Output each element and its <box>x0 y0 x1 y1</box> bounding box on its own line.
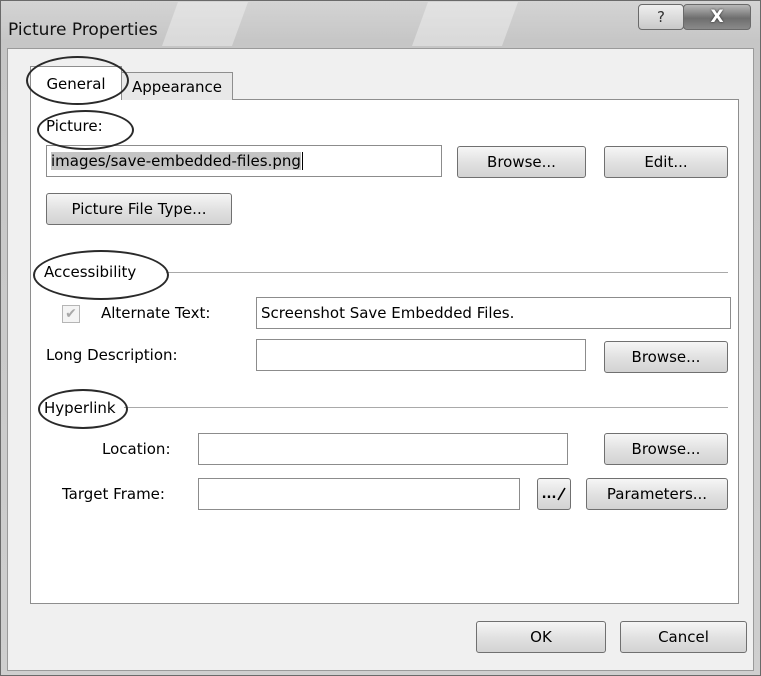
alternate-text-input[interactable]: Screenshot Save Embedded Files. <box>256 297 731 329</box>
hyperlink-separator <box>124 407 728 408</box>
checkmark-icon: ✔ <box>65 306 77 322</box>
alternate-text-value: Screenshot Save Embedded Files. <box>261 304 515 322</box>
frame-glass-streak <box>411 2 519 46</box>
picture-path-input[interactable]: images/save-embedded-files.png <box>46 145 442 177</box>
target-frame-input[interactable] <box>198 478 520 510</box>
location-input[interactable] <box>198 433 568 465</box>
pencil-icon <box>557 487 567 501</box>
close-button[interactable]: X <box>683 4 751 30</box>
parameters-label: Parameters... <box>606 485 708 503</box>
location-label: Location: <box>102 440 171 458</box>
hyperlink-section-label: Hyperlink <box>44 399 116 417</box>
window-title: Picture Properties <box>8 20 158 40</box>
ok-button[interactable]: OK <box>476 621 606 653</box>
long-description-browse-label: Browse... <box>631 348 701 366</box>
picture-file-type-label: Picture File Type... <box>71 200 207 218</box>
picture-path-value: images/save-embedded-files.png <box>51 152 301 170</box>
picture-edit-button[interactable]: Edit... <box>604 146 728 178</box>
accessibility-separator <box>166 272 728 273</box>
location-browse-label: Browse... <box>631 440 701 458</box>
tab-general[interactable]: General <box>30 66 122 100</box>
cancel-button[interactable]: Cancel <box>620 621 747 653</box>
tab-general-label: General <box>46 74 106 93</box>
tab-appearance-label: Appearance <box>131 77 223 96</box>
picture-file-type-button[interactable]: Picture File Type... <box>46 193 232 225</box>
target-frame-picker-icon: ... <box>541 486 557 502</box>
tab-appearance[interactable]: Appearance <box>121 72 233 100</box>
picture-section-label: Picture: <box>46 117 103 135</box>
target-frame-label: Target Frame: <box>62 485 165 503</box>
parameters-button[interactable]: Parameters... <box>586 478 728 510</box>
accessibility-section-label: Accessibility <box>44 263 137 281</box>
long-description-input[interactable] <box>256 339 586 371</box>
picture-browse-button[interactable]: Browse... <box>457 146 586 178</box>
alternate-text-checkbox[interactable]: ✔ <box>62 305 80 323</box>
long-description-label: Long Description: <box>46 346 178 364</box>
help-button[interactable]: ? <box>638 4 684 30</box>
close-icon: X <box>710 7 724 27</box>
alternate-text-label: Alternate Text: <box>101 304 211 322</box>
help-icon: ? <box>657 8 665 26</box>
text-caret <box>301 152 303 170</box>
cancel-label: Cancel <box>658 628 709 646</box>
location-browse-button[interactable]: Browse... <box>604 433 728 465</box>
long-description-browse-button[interactable]: Browse... <box>604 341 728 373</box>
target-frame-picker-button[interactable]: ... <box>537 478 571 510</box>
picture-edit-label: Edit... <box>644 153 688 171</box>
picture-browse-label: Browse... <box>487 153 556 171</box>
ok-label: OK <box>530 628 552 646</box>
